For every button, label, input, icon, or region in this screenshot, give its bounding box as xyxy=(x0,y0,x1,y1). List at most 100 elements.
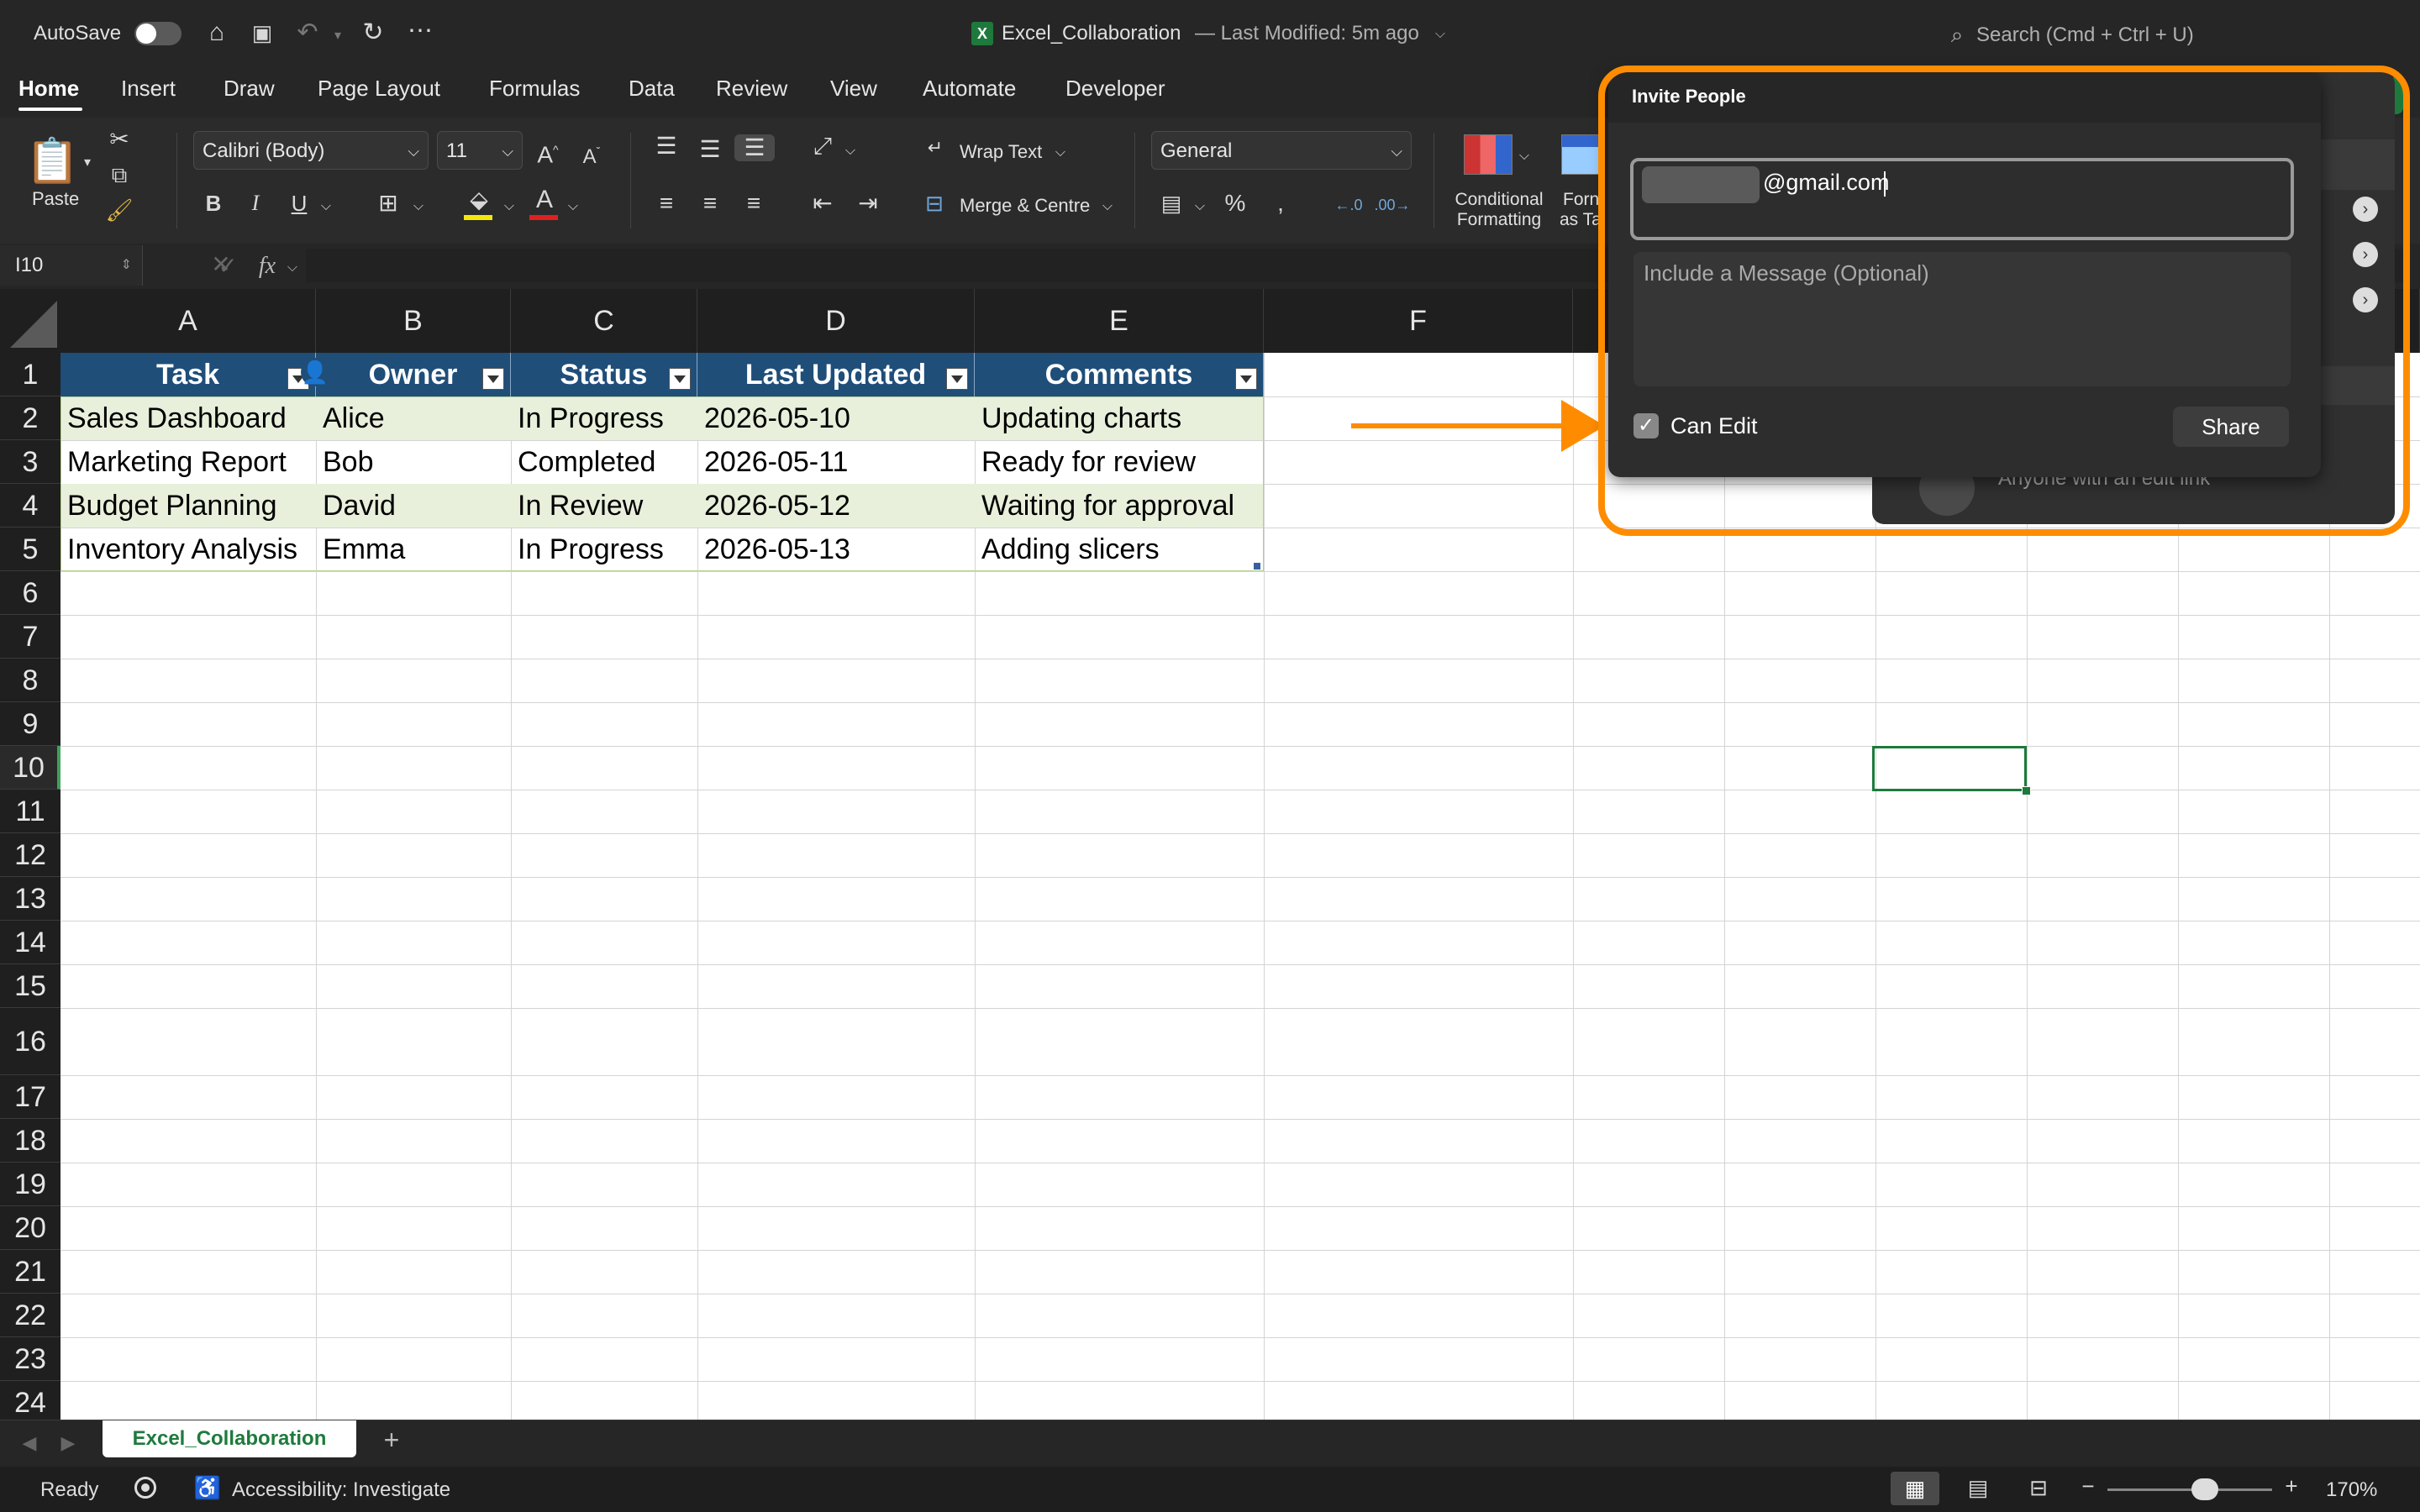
table-cell[interactable]: Marketing Report xyxy=(60,440,316,484)
table-header-comments[interactable]: Comments xyxy=(975,353,1264,396)
conditional-formatting-icon[interactable] xyxy=(1464,134,1512,175)
prev-sheet-icon[interactable]: ◀ xyxy=(17,1429,42,1457)
paste-dropdown-icon[interactable]: ▾ xyxy=(79,150,96,176)
selected-cell[interactable] xyxy=(1872,746,2027,791)
italic-button[interactable]: I xyxy=(240,190,271,217)
number-format-select[interactable]: General ⌵ xyxy=(1151,131,1412,170)
row-header-9[interactable]: 9 xyxy=(0,702,60,746)
accessibility-icon[interactable]: ♿ xyxy=(193,1473,222,1502)
user-presence-icon[interactable]: 👤 xyxy=(301,358,329,386)
zoom-slider-handle[interactable] xyxy=(2191,1478,2218,1500)
wrap-dropdown-icon[interactable]: ⌵ xyxy=(1052,139,1069,166)
fill-dropdown-icon[interactable]: ⌵ xyxy=(501,193,518,220)
tab-developer[interactable]: Developer xyxy=(1065,76,1165,102)
align-bottom-icon[interactable]: ☰ xyxy=(734,134,775,161)
redo-icon[interactable]: ↻ xyxy=(356,18,390,47)
enter-icon[interactable]: ✓ xyxy=(215,252,240,281)
row-header-19[interactable]: 19 xyxy=(0,1163,60,1206)
filter-dropdown-icon[interactable] xyxy=(482,368,504,390)
table-cell[interactable]: In Progress xyxy=(511,528,697,571)
borders-dropdown-icon[interactable]: ⌵ xyxy=(410,193,427,220)
tab-home[interactable]: Home xyxy=(18,76,79,102)
orientation-dropdown-icon[interactable]: ⌵ xyxy=(842,138,859,165)
comma-style-icon[interactable]: , xyxy=(1264,190,1297,217)
table-cell[interactable]: Waiting for approval xyxy=(975,484,1264,528)
table-cell[interactable]: 2026-05-10 xyxy=(697,396,975,440)
table-cell[interactable]: 2026-05-12 xyxy=(697,484,975,528)
underline-button[interactable]: U xyxy=(284,190,314,217)
accessibility-status[interactable]: Accessibility: Investigate xyxy=(232,1478,450,1502)
row-header-16[interactable]: 16 xyxy=(0,1008,60,1075)
tab-review[interactable]: Review xyxy=(716,76,787,102)
row-header-14[interactable]: 14 xyxy=(0,921,60,964)
align-right-icon[interactable]: ≡ xyxy=(736,190,771,217)
row-header-6[interactable]: 6 xyxy=(0,571,60,615)
tab-automate[interactable]: Automate xyxy=(923,76,1016,102)
underline-dropdown-icon[interactable]: ⌵ xyxy=(318,193,334,220)
align-top-icon[interactable]: ☰ xyxy=(649,133,684,160)
table-cell[interactable]: Emma xyxy=(316,528,511,571)
tab-draw[interactable]: Draw xyxy=(224,76,275,102)
more-icon[interactable]: ⋯ xyxy=(402,17,439,45)
table-cell[interactable]: Inventory Analysis xyxy=(60,528,316,571)
column-header-a[interactable]: A xyxy=(60,289,316,353)
table-cell[interactable]: Completed xyxy=(511,440,697,484)
row-header-2[interactable]: 2 xyxy=(0,396,60,440)
save-icon[interactable]: ▣ xyxy=(245,18,279,47)
table-cell[interactable]: In Review xyxy=(511,484,697,528)
decrease-font-icon[interactable]: Aˇ xyxy=(575,138,608,171)
table-cell[interactable]: Alice xyxy=(316,396,511,440)
column-header-c[interactable]: C xyxy=(511,289,697,353)
tab-data[interactable]: Data xyxy=(629,76,675,102)
row-header-10[interactable]: 10 xyxy=(0,746,60,790)
chevron-down-icon[interactable]: ⌵ xyxy=(1432,20,1449,49)
table-cell[interactable]: 2026-05-13 xyxy=(697,528,975,571)
row-header-20[interactable]: 20 xyxy=(0,1206,60,1250)
format-as-table-label[interactable]: Forn xyxy=(1563,190,1599,210)
table-cell[interactable]: Bob xyxy=(316,440,511,484)
merge-centre-button[interactable]: Merge & Centre xyxy=(960,195,1090,217)
table-header-last-updated[interactable]: Last Updated xyxy=(697,353,975,396)
table-header-task[interactable]: Task xyxy=(60,353,316,396)
table-cell[interactable]: Updating charts xyxy=(975,396,1264,440)
fill-color-icon[interactable]: ⬙ xyxy=(462,186,496,213)
row-header-4[interactable]: 4 xyxy=(0,484,60,528)
font-color-dropdown-icon[interactable]: ⌵ xyxy=(565,193,581,220)
column-header-d[interactable]: D xyxy=(697,289,975,353)
percent-icon[interactable]: % xyxy=(1218,190,1252,217)
zoom-in-icon[interactable]: + xyxy=(2279,1472,2304,1500)
increase-font-icon[interactable]: A^ xyxy=(531,136,565,168)
merge-dropdown-icon[interactable]: ⌵ xyxy=(1099,193,1116,220)
zoom-out-icon[interactable]: − xyxy=(2075,1472,2101,1500)
conditional-formatting-label[interactable]: Conditional xyxy=(1450,190,1548,210)
row-header-5[interactable]: 5 xyxy=(0,528,60,571)
function-dropdown-icon[interactable]: ⌵ xyxy=(284,254,301,282)
row-header-13[interactable]: 13 xyxy=(0,877,60,921)
row-header-23[interactable]: 23 xyxy=(0,1337,60,1381)
page-layout-view-icon[interactable]: ▤ xyxy=(1961,1473,1995,1502)
bold-button[interactable]: B xyxy=(198,190,229,217)
fill-handle[interactable] xyxy=(2022,786,2031,795)
row-header-18[interactable]: 18 xyxy=(0,1119,60,1163)
function-button[interactable]: fx xyxy=(252,252,282,281)
font-size-select[interactable]: 11 ⌵ xyxy=(437,131,523,170)
zoom-slider-track[interactable] xyxy=(2107,1488,2272,1491)
row-header-7[interactable]: 7 xyxy=(0,615,60,659)
tab-insert[interactable]: Insert xyxy=(121,76,176,102)
select-all-corner[interactable] xyxy=(0,289,61,353)
row-header-8[interactable]: 8 xyxy=(0,659,60,702)
paste-icon[interactable]: 📋 xyxy=(25,134,80,188)
row-header-24[interactable]: 24 xyxy=(0,1381,60,1420)
decrease-indent-icon[interactable]: ⇤ xyxy=(805,190,840,217)
column-header-b[interactable]: B xyxy=(316,289,511,353)
table-cell[interactable]: Ready for review xyxy=(975,440,1264,484)
add-sheet-button[interactable]: + xyxy=(375,1425,408,1454)
paste-label[interactable]: Paste xyxy=(32,188,79,210)
search-input[interactable]: Search (Cmd + Ctrl + U) xyxy=(1976,24,2194,47)
accounting-format-icon[interactable]: ▤ xyxy=(1155,190,1188,217)
font-color-icon[interactable]: A xyxy=(528,186,561,213)
autosave-toggle[interactable] xyxy=(134,22,182,45)
home-icon[interactable]: ⌂ xyxy=(200,18,234,47)
align-center-icon[interactable]: ≡ xyxy=(692,190,728,217)
row-header-3[interactable]: 3 xyxy=(0,440,60,484)
